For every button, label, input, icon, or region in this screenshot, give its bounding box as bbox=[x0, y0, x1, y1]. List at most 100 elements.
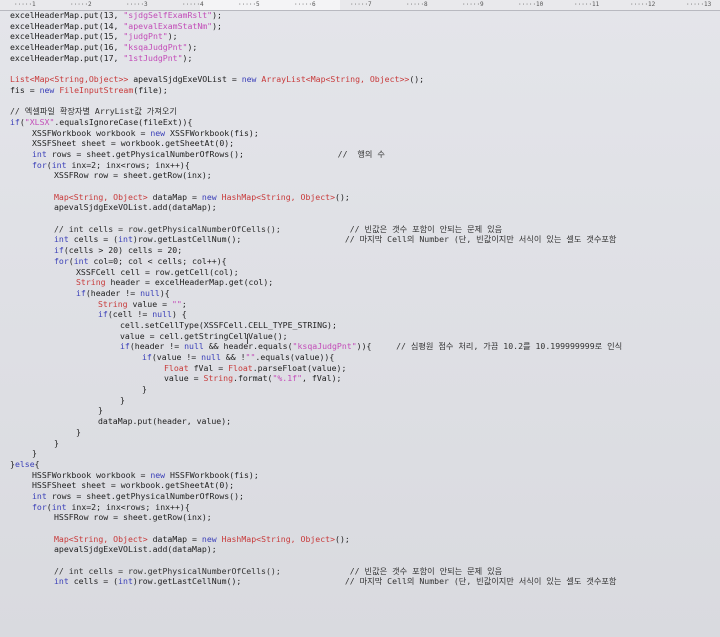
code-line[interactable]: if(header != null && header.equals("ksqa… bbox=[10, 341, 720, 352]
code-line[interactable]: String header = excelHeaderMap.get(col); bbox=[10, 277, 720, 288]
code-line[interactable]: if(cell != null) { bbox=[10, 309, 720, 320]
code-line[interactable]: if(header != null){ bbox=[10, 288, 720, 299]
code-token: if bbox=[98, 309, 108, 320]
code-token: HSSFWorkbook workbook = bbox=[32, 469, 151, 480]
code-line[interactable]: if("XLSX".equalsIgnoreCase(fileExt)){ bbox=[10, 117, 720, 128]
code-line[interactable]: excelHeaderMap.put(13, "sjdgSelfExamRslt… bbox=[10, 10, 720, 21]
code-line[interactable]: // int cells = row.getPhysicalNumberOfCe… bbox=[10, 224, 720, 235]
code-token: String bbox=[203, 373, 234, 384]
code-token: inx=2; inx<rows; inx++){ bbox=[66, 159, 190, 170]
code-token: (cell != bbox=[107, 309, 153, 320]
code-line[interactable]: excelHeaderMap.put(14, "apevalExamStatNm… bbox=[10, 21, 720, 32]
code-line[interactable]: value = String.format("%.1f", fVal); bbox=[10, 373, 720, 384]
code-line[interactable]: XSSFCell cell = row.getCell(col); bbox=[10, 267, 720, 278]
code-line[interactable]: cell.setCellType(XSSFCell.CELL_TYPE_STRI… bbox=[10, 320, 720, 331]
code-line[interactable]: } bbox=[10, 395, 720, 406]
code-line[interactable]: } bbox=[10, 384, 720, 395]
code-token: value = bbox=[127, 298, 172, 309]
ruler-mark: ·····7 bbox=[350, 1, 372, 8]
code-line[interactable]: }else{ bbox=[10, 459, 720, 470]
code-token: "apevalExamStatNm" bbox=[123, 20, 213, 31]
code-line[interactable]: int rows = sheet.getPhysicalNumberOfRows… bbox=[10, 149, 720, 160]
code-line[interactable]: if(cells > 20) cells = 20; bbox=[10, 245, 720, 256]
code-token: inx=2; inx<rows; inx++){ bbox=[66, 501, 190, 512]
code-line[interactable] bbox=[10, 523, 720, 534]
code-area[interactable]: excelHeaderMap.put(13, "sjdgSelfExamRslt… bbox=[10, 10, 720, 637]
code-line[interactable] bbox=[10, 96, 720, 107]
code-token: )row.getLastCellNum(); bbox=[132, 576, 345, 587]
code-token: XSSFWorkbook workbook = bbox=[32, 127, 151, 138]
code-token: int bbox=[73, 255, 89, 266]
code-comment: // int cells = row.getPhysicalNumberOfCe… bbox=[54, 565, 503, 576]
code-line[interactable]: for(int col=0; col < cells; col++){ bbox=[10, 256, 720, 267]
code-line[interactable]: HSSFRow row = sheet.getRow(inx); bbox=[10, 512, 720, 523]
code-line[interactable]: int rows = sheet.getPhysicalNumberOfRows… bbox=[10, 491, 720, 502]
code-line[interactable]: Map<String, Object> dataMap = new HashMa… bbox=[10, 192, 720, 203]
code-line[interactable]: } bbox=[10, 427, 720, 438]
code-line[interactable]: XSSFWorkbook workbook = new XSSFWorkbook… bbox=[10, 128, 720, 139]
code-token: new bbox=[201, 191, 217, 202]
code-line[interactable]: List<Map<String,Object>> apevalSjdgExeVO… bbox=[10, 74, 720, 85]
code-line[interactable]: excelHeaderMap.put(15, "judgPnt"); bbox=[10, 31, 720, 42]
code-line[interactable]: dataMap.put(header, value); bbox=[10, 416, 720, 427]
code-token: apevalSjdgExeVOList = bbox=[128, 74, 242, 85]
code-token: dataMap = bbox=[147, 533, 202, 544]
code-token: "judgPnt" bbox=[123, 31, 168, 42]
code-line[interactable] bbox=[10, 213, 720, 224]
code-token: { bbox=[34, 458, 40, 469]
code-token: excelHeaderMap.put(15, bbox=[10, 31, 124, 42]
code-line[interactable]: // 엑셀파일 확장자별 ArryList값 가져오기 bbox=[10, 106, 720, 117]
code-token: HSSFRow row = sheet.getRow(inx); bbox=[54, 512, 212, 523]
code-token: String bbox=[76, 277, 106, 288]
code-token: cells = ( bbox=[68, 234, 119, 245]
code-token: "ksqaJudgPnt" bbox=[123, 42, 188, 53]
code-line[interactable]: HSSFSheet sheet = workbook.getSheetAt(0)… bbox=[10, 480, 720, 491]
code-line[interactable]: HSSFWorkbook workbook = new HSSFWorkbook… bbox=[10, 470, 720, 481]
code-line[interactable]: } bbox=[10, 448, 720, 459]
code-line[interactable]: fis = new FileInputStream(file); bbox=[10, 85, 720, 96]
code-token: "XLSX" bbox=[24, 116, 55, 127]
code-token: null bbox=[184, 341, 204, 352]
code-token: ); bbox=[182, 52, 193, 63]
code-line[interactable]: if(value != null && !"".equals(value)){ bbox=[10, 352, 720, 363]
code-token: int bbox=[118, 234, 133, 245]
code-token: Float bbox=[164, 362, 189, 373]
code-line[interactable]: value = cell.getStringCellValue(); bbox=[10, 331, 720, 342]
code-line[interactable]: } bbox=[10, 405, 720, 416]
code-line[interactable]: String value = ""; bbox=[10, 299, 720, 310]
code-line[interactable]: excelHeaderMap.put(16, "ksqaJudgPnt"); bbox=[10, 42, 720, 53]
code-line[interactable]: XSSFRow row = sheet.getRow(inx); bbox=[10, 170, 720, 181]
ruler-mark: ·····6 bbox=[294, 1, 316, 8]
code-token: if bbox=[76, 287, 86, 298]
code-line[interactable]: excelHeaderMap.put(17, "1stJudgPnt"); bbox=[10, 53, 720, 64]
code-line[interactable]: apevalSjdgExeVOList.add(dataMap); bbox=[10, 544, 720, 555]
code-line[interactable]: apevalSjdgExeVOList.add(dataMap); bbox=[10, 202, 720, 213]
ruler-mark: ·····13 bbox=[686, 1, 712, 8]
code-line[interactable]: Map<String, Object> dataMap = new HashMa… bbox=[10, 534, 720, 545]
code-token: } bbox=[32, 448, 37, 459]
code-line[interactable]: // int cells = row.getPhysicalNumberOfCe… bbox=[10, 566, 720, 577]
code-line[interactable]: Float fVal = Float.parseFloat(value); bbox=[10, 363, 720, 374]
code-token: excelHeaderMap.put(17, bbox=[10, 52, 124, 63]
ruler-mark: ·····2 bbox=[70, 1, 92, 8]
code-line[interactable] bbox=[10, 181, 720, 192]
code-line[interactable]: for(int inx=2; inx<rows; inx++){ bbox=[10, 502, 720, 513]
code-line[interactable]: } bbox=[10, 438, 720, 449]
code-token: int bbox=[32, 148, 47, 159]
code-token: )){ bbox=[356, 341, 397, 352]
code-editor[interactable]: ·····1 ·····2 ·····3 ·····4 ·····5 ·····6 ····… bbox=[0, 0, 720, 637]
code-line[interactable] bbox=[10, 555, 720, 566]
code-token: "" bbox=[245, 352, 256, 362]
code-token: excelHeaderMap.put(13, bbox=[10, 10, 124, 20]
code-token: , fVal); bbox=[302, 373, 342, 384]
code-line[interactable]: int cells = (int)row.getLastCellNum(); /… bbox=[10, 576, 720, 587]
code-token: } bbox=[120, 394, 125, 405]
code-line[interactable] bbox=[10, 63, 720, 74]
code-line[interactable]: XSSFSheet sheet = workbook.getSheetAt(0)… bbox=[10, 138, 720, 149]
code-line[interactable]: for(int inx=2; inx<rows; inx++){ bbox=[10, 160, 720, 171]
code-token: dataMap.put(header, value); bbox=[98, 416, 232, 427]
code-line[interactable]: int cells = (int)row.getLastCellNum(); /… bbox=[10, 234, 720, 245]
code-token: Float bbox=[228, 362, 253, 373]
code-token: HashMap<String, Object> bbox=[221, 533, 336, 544]
code-token: Map<String, Object> bbox=[54, 533, 148, 544]
